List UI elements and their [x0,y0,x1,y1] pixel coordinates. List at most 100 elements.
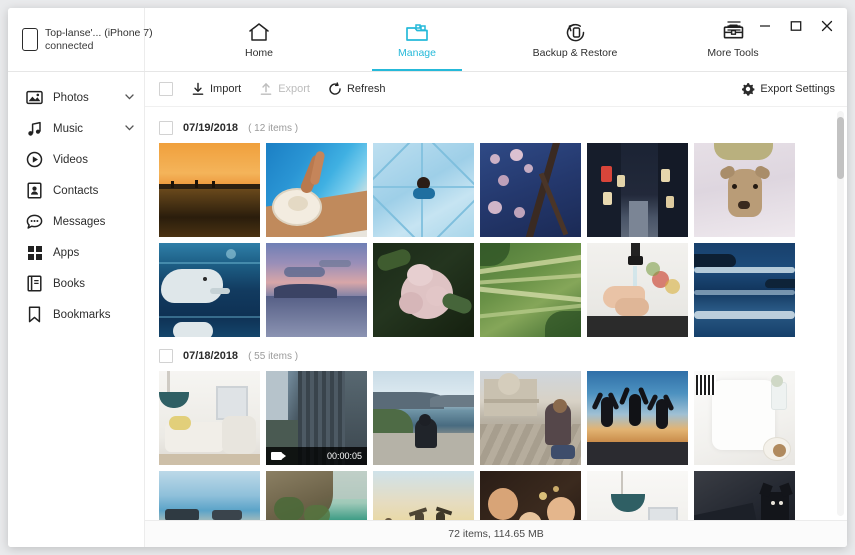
export-label: Export [278,83,310,95]
sidebar-item-apps[interactable]: Apps [8,237,144,268]
tab-more-tools-label: More Tools [707,47,759,59]
scrollbar-thumb[interactable] [837,117,844,179]
lagoon-cliff-photo[interactable] [266,471,367,520]
vertical-scrollbar[interactable] [837,111,844,516]
refresh-button[interactable]: Refresh [328,82,386,96]
photo-grid [145,143,807,337]
home-icon [248,20,270,44]
books-icon [26,275,43,292]
device-info[interactable]: Top-lanse'... (iPhone 7) connected [8,8,153,71]
import-icon [192,82,204,95]
aerial-pool-swimmer-photo[interactable] [373,143,474,237]
jumping-silhouettes-photo[interactable] [587,371,688,465]
menu-button[interactable] [726,18,742,34]
export-settings-label: Export Settings [760,83,835,95]
tab-backup-restore[interactable]: Backup & Restore [527,8,623,71]
device-text: Top-lanse'... (iPhone 7) connected [45,27,153,53]
import-button[interactable]: Import [191,82,241,96]
export-settings-button[interactable]: Export Settings [741,82,835,96]
group-checkbox[interactable] [159,349,173,363]
sidebar-item-apps-label: Apps [53,246,80,259]
photo-list: 07/19/2018 ( 12 items ) 07/18/2018 (55 … [145,107,847,520]
window-controls [726,18,835,34]
vatican-square-photo[interactable] [480,371,581,465]
tab-manage[interactable]: Manage [369,8,465,71]
music-icon [26,120,43,137]
sidebar-item-messages-label: Messages [53,215,106,228]
tab-manage-label: Manage [398,47,436,59]
backup-restore-icon [564,20,587,44]
coastline-sitting-photo[interactable] [373,371,474,465]
group-checkbox[interactable] [159,121,173,135]
refresh-label: Refresh [346,83,386,95]
tshirt-flatlay-photo[interactable] [694,371,795,465]
sidebar-item-contacts-label: Contacts [53,184,99,197]
apps-icon [26,244,43,261]
window-body: Photos Music Videos Contacts Messages Ap… [8,72,847,547]
contacts-icon [26,182,43,199]
export-icon [260,83,272,95]
photo-scroll-region: 07/19/2018 ( 12 items ) 07/18/2018 (55 … [145,107,847,520]
group-date: 07/18/2018 [183,350,239,362]
import-label: Import [210,83,242,95]
video-camera-icon [271,452,286,460]
sidebar-item-videos-label: Videos [53,153,88,166]
photo-grid: 00:00:05 [145,371,807,520]
sidebar-item-photos-label: Photos [53,91,89,104]
sidebar-item-photos[interactable]: Photos [8,82,144,113]
sidebar-item-music-label: Music [53,122,84,135]
tab-home[interactable]: Home [211,8,307,71]
tab-home-label: Home [244,47,273,59]
deer-photo[interactable] [694,143,795,237]
group-count: ( 12 items ) [248,122,299,134]
washing-hands-photo[interactable] [587,243,688,337]
photos-icon [26,89,43,106]
content-area: Import Export Refresh Export Settings 07… [145,72,847,547]
export-button[interactable]: Export [259,82,310,96]
sidebar-item-bookmarks-label: Bookmarks [53,308,111,321]
sidebar-item-videos[interactable]: Videos [8,144,144,175]
lantern-alley-photo[interactable] [587,143,688,237]
status-bar: 72 items, 114.65 MB [145,520,847,547]
folder-icon [405,20,429,44]
cherry-blossom-photo[interactable] [480,143,581,237]
city-building-video[interactable]: 00:00:05 [266,371,367,465]
select-all-checkbox[interactable] [159,82,173,96]
title-bar: Top-lanse'... (iPhone 7) connected Home [8,8,847,72]
close-button[interactable] [819,18,835,34]
application-window: Top-lanse'... (iPhone 7) connected Home [0,0,855,555]
gear-icon [742,83,755,96]
hydrangea-flower-photo[interactable] [373,243,474,337]
sidebar-item-bookmarks[interactable]: Bookmarks [8,299,144,330]
bookmarks-icon [26,306,43,323]
rice-terrace-photo[interactable] [480,243,581,337]
device-status: connected [45,39,94,52]
minimize-button[interactable] [757,18,773,34]
beach-boats-photo[interactable] [159,471,260,520]
sidebar-item-messages[interactable]: Messages [8,206,144,237]
sidebar-item-music[interactable]: Music [8,113,144,144]
content-toolbar: Import Export Refresh Export Settings [145,72,847,107]
pendant-lamp-interior-photo[interactable] [587,471,688,520]
group-header: 07/18/2018 ( 55 items ) [145,337,847,371]
video-duration-bar: 00:00:05 [266,447,367,465]
chevron-down-icon[interactable] [125,93,134,102]
group-date: 07/19/2018 [183,122,239,134]
ocean-waves-photo[interactable] [694,243,795,337]
sidebar-item-books[interactable]: Books [8,268,144,299]
group-header: 07/19/2018 ( 12 items ) [145,115,847,143]
messages-icon [26,213,43,230]
living-room-photo[interactable] [159,371,260,465]
family-portrait-photo[interactable] [480,471,581,520]
poolside-sunhat-photo[interactable] [266,143,367,237]
beluga-whale-photo[interactable] [159,243,260,337]
dusk-seascape-photo[interactable] [266,243,367,337]
sunset-beach-photo[interactable] [159,143,260,237]
main-window: Top-lanse'... (iPhone 7) connected Home [8,8,847,547]
maximize-button[interactable] [788,18,804,34]
sunset-beach-people-photo[interactable] [373,471,474,520]
videos-icon [26,151,43,168]
chevron-down-icon[interactable] [125,124,134,133]
sidebar-item-contacts[interactable]: Contacts [8,175,144,206]
dark-interior-photo[interactable] [694,471,795,520]
